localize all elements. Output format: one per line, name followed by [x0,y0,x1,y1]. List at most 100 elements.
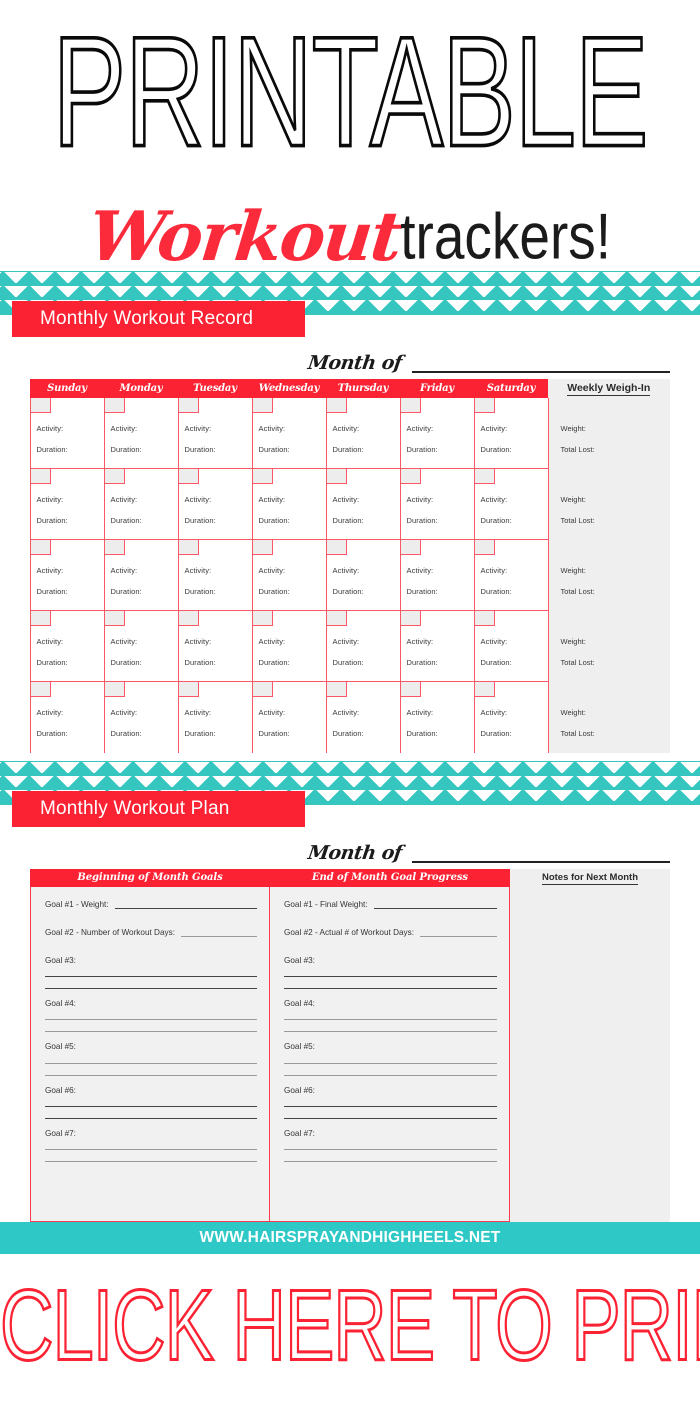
date-number-box[interactable] [252,540,273,556]
day-cell[interactable]: Activity: Duration: [177,539,253,612]
date-number-box[interactable] [252,611,273,627]
date-number-box[interactable] [474,611,495,627]
goal-entry[interactable]: Goal #5: [284,1043,497,1076]
goal-write-line[interactable] [45,1105,257,1107]
goal-write-line[interactable] [114,901,257,909]
date-number-box[interactable] [400,611,421,627]
day-cell[interactable]: Activity: Duration: [103,610,179,683]
goal-write-line[interactable] [181,929,257,937]
goal-entry[interactable]: Goal #5: [45,1043,257,1076]
day-cell[interactable]: Activity: Duration: [29,681,105,753]
date-number-box[interactable] [252,397,273,413]
day-cell[interactable]: Activity: Duration: [251,397,327,470]
date-number-box[interactable] [30,682,51,698]
goal-write-line[interactable] [45,1149,257,1151]
date-number-box[interactable] [104,540,125,556]
day-cell[interactable]: Activity: Duration: [325,397,401,470]
date-number-box[interactable] [474,469,495,485]
goal-write-line[interactable] [373,901,497,909]
weekly-weigh-in-cell[interactable]: Weight: Total Lost: [548,468,670,540]
goal-entry[interactable]: Goal #6: [284,1086,497,1119]
month-of-blank-input[interactable] [412,359,670,373]
goal-write-line[interactable] [284,1031,497,1033]
goal-entry[interactable]: Goal #6: [45,1086,257,1119]
weekly-weigh-in-cell[interactable]: Weight: Total Lost: [548,539,670,611]
click-here-to-print-button[interactable]: CLICK HERE TO PRINT [0,1273,700,1376]
date-number-box[interactable] [400,540,421,556]
date-number-box[interactable] [30,469,51,485]
date-number-box[interactable] [104,611,125,627]
date-number-box[interactable] [178,469,199,485]
date-number-box[interactable] [30,611,51,627]
goal-entry[interactable]: Goal #2 - Number of Workout Days: [45,928,257,937]
day-cell[interactable]: Activity: Duration: [399,681,475,753]
goal-write-line[interactable] [45,976,257,978]
date-number-box[interactable] [400,682,421,698]
day-cell[interactable]: Activity: Duration: [177,468,253,541]
goal-write-line[interactable] [420,929,497,937]
goal-write-line[interactable] [284,1062,497,1064]
weekly-weigh-in-cell[interactable]: Weight: Total Lost: [548,397,670,469]
date-number-box[interactable] [252,469,273,485]
day-cell[interactable]: Activity: Duration: [29,610,105,683]
day-cell[interactable]: Activity: Duration: [473,468,549,541]
goal-write-line[interactable] [284,976,497,978]
day-cell[interactable]: Activity: Duration: [325,681,401,753]
day-cell[interactable]: Activity: Duration: [177,681,253,753]
goal-write-line[interactable] [45,1031,257,1033]
goal-write-line[interactable] [284,1117,497,1119]
goal-entry[interactable]: Goal #3: [284,956,497,990]
date-number-box[interactable] [252,682,273,698]
date-number-box[interactable] [326,540,347,556]
goal-entry[interactable]: Goal #2 - Actual # of Workout Days: [284,928,497,937]
day-cell[interactable]: Activity: Duration: [325,468,401,541]
day-cell[interactable]: Activity: Duration: [473,397,549,470]
goal-entry[interactable]: Goal #1 - Weight: [45,900,257,909]
notes-writing-area[interactable] [510,886,670,1222]
day-cell[interactable]: Activity: Duration: [473,681,549,753]
day-cell[interactable]: Activity: Duration: [177,610,253,683]
date-number-box[interactable] [104,397,125,413]
day-cell[interactable]: Activity: Duration: [399,539,475,612]
day-cell[interactable]: Activity: Duration: [473,539,549,612]
day-cell[interactable]: Activity: Duration: [251,681,327,753]
goal-entry[interactable]: Goal #7: [45,1129,257,1163]
goal-write-line[interactable] [284,1161,497,1163]
day-cell[interactable]: Activity: Duration: [103,681,179,753]
date-number-box[interactable] [178,611,199,627]
day-cell[interactable]: Activity: Duration: [399,397,475,470]
date-number-box[interactable] [104,682,125,698]
date-number-box[interactable] [30,397,51,413]
date-number-box[interactable] [326,682,347,698]
date-number-box[interactable] [474,682,495,698]
goal-entry[interactable]: Goal #4: [45,999,257,1033]
day-cell[interactable]: Activity: Duration: [399,468,475,541]
date-number-box[interactable] [326,469,347,485]
goal-write-line[interactable] [45,1117,257,1119]
date-number-box[interactable] [326,397,347,413]
goal-write-line[interactable] [284,1149,497,1151]
goal-entry[interactable]: Goal #1 - Final Weight: [284,900,497,909]
goal-write-line[interactable] [45,988,257,990]
date-number-box[interactable] [104,469,125,485]
day-cell[interactable]: Activity: Duration: [29,468,105,541]
day-cell[interactable]: Activity: Duration: [325,539,401,612]
goal-write-line[interactable] [45,1161,257,1163]
day-cell[interactable]: Activity: Duration: [29,397,105,470]
date-number-box[interactable] [400,397,421,413]
date-number-box[interactable] [178,397,199,413]
date-number-box[interactable] [474,397,495,413]
day-cell[interactable]: Activity: Duration: [399,610,475,683]
goal-write-line[interactable] [284,1074,497,1076]
goal-write-line[interactable] [45,1019,257,1021]
day-cell[interactable]: Activity: Duration: [473,610,549,683]
goal-entry[interactable]: Goal #7: [284,1129,497,1163]
date-number-box[interactable] [400,469,421,485]
day-cell[interactable]: Activity: Duration: [251,539,327,612]
goal-write-line[interactable] [45,1074,257,1076]
weekly-weigh-in-cell[interactable]: Weight: Total Lost: [548,610,670,682]
day-cell[interactable]: Activity: Duration: [251,468,327,541]
goal-write-line[interactable] [284,988,497,990]
day-cell[interactable]: Activity: Duration: [29,539,105,612]
day-cell[interactable]: Activity: Duration: [103,468,179,541]
